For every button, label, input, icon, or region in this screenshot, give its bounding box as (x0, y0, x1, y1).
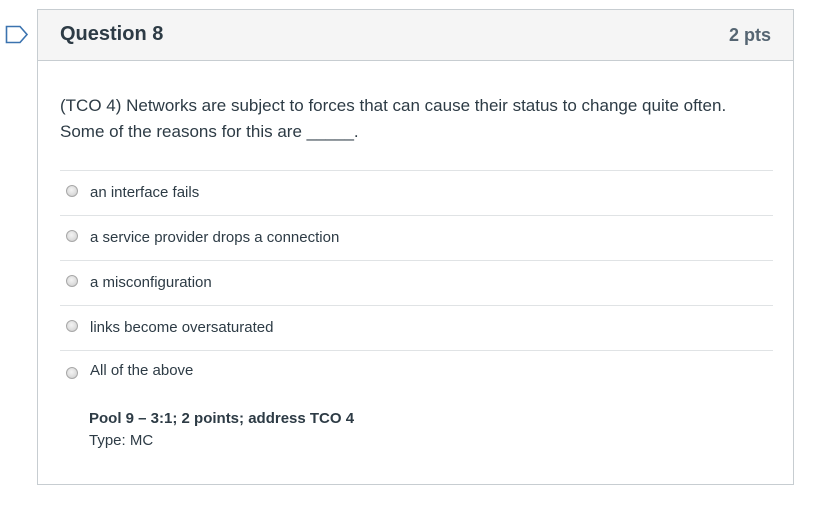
answer-label[interactable]: an interface fails (90, 184, 199, 201)
question-metadata: Pool 9 – 3:1; 2 points; address TCO 4 Ty… (89, 408, 354, 452)
answer-option-1[interactable]: an interface fails (60, 170, 773, 215)
question-text: (TCO 4) Networks are subject to forces t… (60, 96, 727, 141)
answer-label[interactable]: All of the above (90, 362, 193, 379)
question-points: 2 pts (728, 25, 771, 45)
answer-list: an interface fails a service provider dr… (60, 170, 773, 395)
pool-info: Pool 9 – 3:1; 2 points; address TCO 4 (89, 410, 355, 427)
radio-button[interactable] (66, 230, 78, 242)
answer-option-3[interactable]: a misconfiguration (60, 260, 773, 305)
answer-label[interactable]: a service provider drops a connection (90, 229, 339, 246)
radio-button[interactable] (66, 275, 78, 287)
radio-button[interactable] (66, 185, 78, 197)
question-title: Question 8 (60, 23, 164, 45)
answer-label[interactable]: a misconfiguration (90, 274, 212, 291)
question-header: Question 8 2 pts (38, 10, 793, 61)
question-card: Question 8 2 pts (TCO 4) Networks are su… (37, 9, 794, 485)
question-type: Type: MC (89, 432, 154, 449)
answer-label[interactable]: links become oversaturated (90, 319, 273, 336)
radio-button[interactable] (66, 320, 78, 332)
answer-option-5[interactable]: All of the above (60, 350, 773, 395)
answer-option-4[interactable]: links become oversaturated (60, 305, 773, 350)
answer-option-2[interactable]: a service provider drops a connection (60, 215, 773, 260)
radio-button[interactable] (66, 367, 78, 379)
bookmark-flag-icon[interactable] (5, 25, 29, 44)
